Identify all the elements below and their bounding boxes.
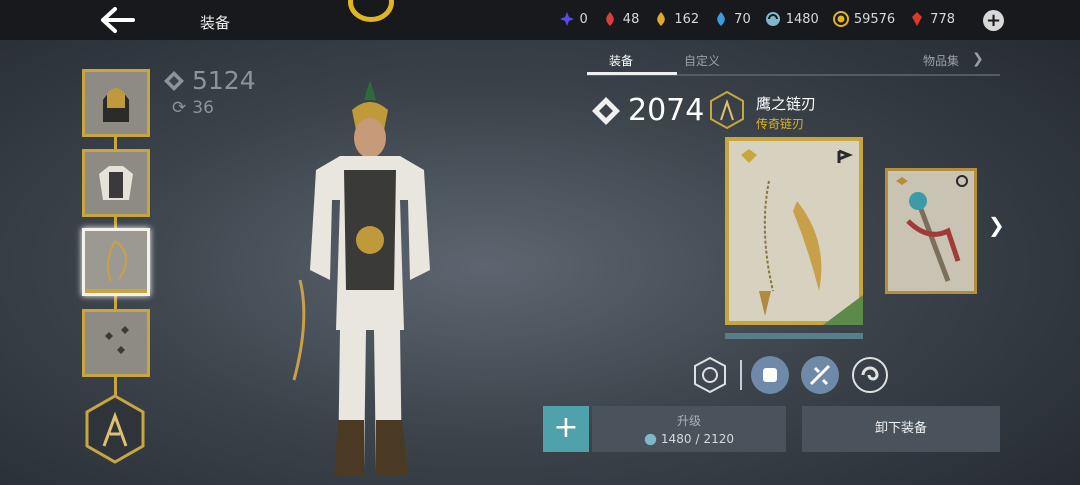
skill-shatter[interactable] [801, 356, 839, 394]
weapon-power: 2074 [590, 93, 704, 128]
upgrade-cost-current: 1480 [660, 432, 692, 446]
weapon-card-alternate[interactable] [885, 168, 977, 294]
currency-bar: 0 48 162 70 1480 59576 778 [559, 11, 955, 27]
active-tab-indicator [587, 72, 677, 75]
character-model [292, 80, 430, 475]
currency-coin[interactable]: 59576 [832, 11, 896, 27]
gold-flame-icon [657, 12, 666, 26]
weapon-card-selected[interactable] [725, 137, 863, 325]
weapon-power-value: 2074 [628, 93, 705, 128]
currency-gold-flame[interactable]: 162 [653, 11, 699, 27]
weapon-name: 鹰之链刃 [756, 95, 817, 113]
skill-ability[interactable] [691, 356, 729, 394]
upgrade-label: 升级 [676, 414, 701, 428]
regen-icon: ⟳ [172, 98, 187, 118]
page-title: 装备 [200, 14, 231, 32]
power-diamond-icon [164, 70, 184, 91]
red-flame-icon [606, 12, 614, 26]
slot-weapon[interactable] [82, 228, 150, 296]
upgrade-cost-required: 2120 [703, 432, 735, 446]
slot-helmet[interactable] [82, 69, 150, 137]
currency-value: 778 [930, 11, 955, 27]
character-regen-value: 36 [192, 98, 214, 118]
currency-swirl[interactable]: 1480 [765, 11, 819, 27]
add-button[interactable]: + [543, 406, 589, 452]
chain-blade-type-icon [710, 90, 744, 130]
skill-fist[interactable] [751, 356, 789, 394]
top-bar: 装备 0 48 162 70 1480 59576 778 + [0, 0, 1080, 40]
unequip-button[interactable]: 卸下装备 [802, 406, 1000, 452]
coin-icon [832, 11, 849, 27]
skill-divider [740, 360, 742, 390]
chevron-right-icon[interactable]: ❯ [972, 51, 984, 67]
weapon-card-bar [725, 333, 863, 339]
currency-red-flame[interactable]: 48 [602, 11, 640, 27]
currency-blue-flame[interactable]: 70 [713, 11, 751, 27]
shattered-strike-icon [801, 356, 839, 394]
spiral-icon [852, 357, 888, 393]
swirl-icon [644, 433, 657, 445]
skill-spiral[interactable] [851, 356, 889, 394]
currency-value: 48 [622, 11, 640, 27]
helmet-icon [103, 88, 129, 122]
slot-armor[interactable] [82, 149, 150, 217]
back-arrow-icon[interactable] [100, 6, 136, 34]
chain-blade-icon [85, 240, 147, 293]
add-currency-button[interactable]: + [983, 10, 1004, 31]
shuriken-icon [105, 326, 129, 354]
fist-strike-icon [751, 356, 789, 394]
tab-collection[interactable]: 物品集 [923, 52, 959, 69]
upgrade-cost-separator: / [695, 432, 700, 446]
character-regen: ⟳ 36 [172, 98, 214, 118]
currency-value: 162 [674, 11, 700, 27]
upgrade-button[interactable]: 升级 1480 / 2120 [592, 406, 786, 452]
armor-icon [99, 166, 133, 200]
next-weapon-chevron-icon[interactable]: ❯ [988, 213, 1005, 237]
blue-flame-icon [717, 12, 725, 26]
star-shard-icon [559, 12, 574, 26]
currency-star-shard[interactable]: 0 [559, 11, 588, 27]
tab-equipment[interactable]: 装备 [609, 52, 633, 69]
currency-ruby[interactable]: 778 [909, 11, 955, 27]
power-diamond-icon [592, 96, 620, 125]
character-power: 5124 [162, 66, 256, 95]
weapon-rarity: 传奇链刃 [756, 117, 805, 131]
slot-throwing[interactable] [82, 309, 150, 377]
chain-blade-icon [741, 149, 854, 316]
chain-blade-type-slot-icon[interactable] [84, 394, 146, 464]
currency-value: 0 [579, 11, 588, 27]
currency-value: 59576 [853, 11, 896, 27]
mace-weapon-icon [896, 175, 968, 282]
currency-value: 70 [734, 11, 751, 27]
tab-customize[interactable]: 自定义 [684, 52, 720, 69]
swirl-icon [765, 12, 780, 26]
clan-emblem-icon[interactable] [348, 0, 394, 22]
character-power-value: 5124 [192, 66, 256, 95]
ability-skill-icon [694, 356, 726, 394]
upgrade-cost: 1480 / 2120 [592, 432, 786, 446]
currency-value: 1480 [785, 11, 819, 27]
ruby-icon [912, 12, 923, 26]
